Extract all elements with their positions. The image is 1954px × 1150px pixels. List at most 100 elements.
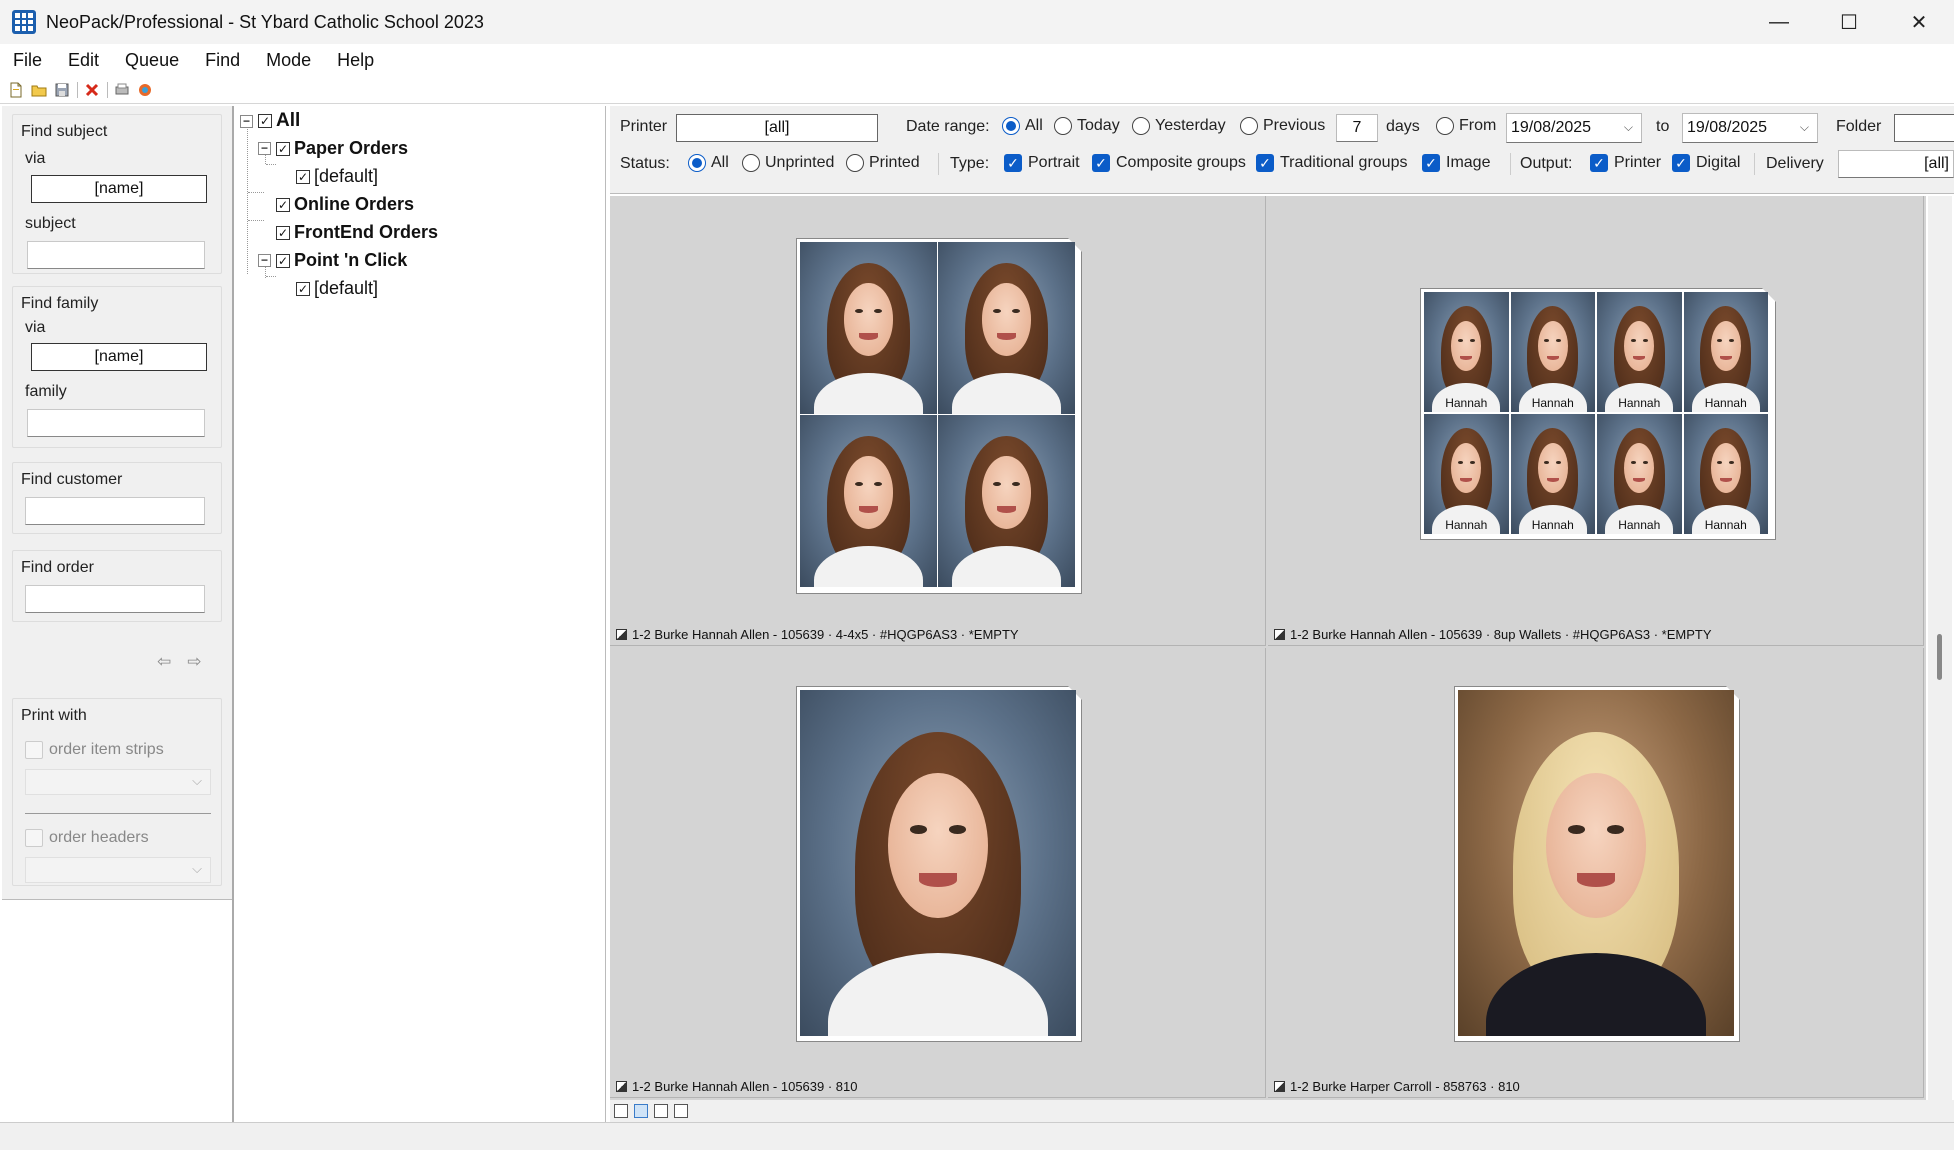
tree-checkbox[interactable]: ✓ [296, 281, 310, 296]
wallet-name-tag: Hannah [1531, 518, 1574, 532]
chevron-down-icon: ⌵ [192, 861, 202, 876]
delivery-select[interactable]: [all] [1838, 150, 1954, 178]
find-customer-input[interactable] [25, 497, 205, 525]
printer-label: Printer [620, 118, 668, 135]
find-family-input[interactable] [27, 409, 205, 437]
tree-checkbox[interactable]: ✓ [276, 197, 290, 212]
find-customer-group: Find customer [12, 462, 222, 534]
output-digital-checkbox[interactable]: ✓ Digital [1672, 154, 1740, 172]
sheet-view-icon[interactable] [654, 1104, 668, 1118]
tree-node-online-orders[interactable]: ✓ Online Orders [276, 194, 414, 215]
portrait-photo: Hannah [1424, 292, 1509, 412]
order-item-strips-select[interactable]: ⌵ [25, 769, 211, 795]
folder-input[interactable] [1894, 114, 1954, 142]
wallet-name-tag: Hannah [1618, 518, 1661, 532]
date-today-radio[interactable]: Today [1054, 117, 1120, 135]
single-view-icon[interactable] [614, 1104, 628, 1118]
date-all-radio[interactable]: All [1002, 117, 1043, 135]
grid-scrollbar[interactable] [1928, 196, 1952, 1100]
tree-checkbox[interactable]: ✓ [296, 169, 310, 184]
order-item-caption: 1-2 Burke Hannah Allen - 105639 · 4-4x5 … [616, 627, 1019, 642]
find-subject-input[interactable] [27, 241, 205, 269]
tree-node-paper-orders-default[interactable]: ✓ [default] [296, 166, 378, 187]
order-headers-checkbox[interactable]: order headers [25, 829, 149, 847]
find-customer-title: Find customer [21, 471, 123, 488]
close-button[interactable]: ✕ [1884, 0, 1954, 44]
date-yesterday-radio[interactable]: Yesterday [1132, 117, 1226, 135]
find-family-field-label: family [25, 383, 67, 400]
scrollbar-thumb[interactable] [1937, 634, 1942, 680]
title-bar: NeoPack/Professional - St Ybard Catholic… [0, 0, 1954, 44]
wallet-name-tag: Hannah [1445, 396, 1488, 410]
delete-icon[interactable] [84, 82, 100, 98]
tree-node-frontend-orders[interactable]: ✓ FrontEnd Orders [276, 222, 438, 243]
order-item-card[interactable]: 1-2 Burke Hannah Allen - 105639 · 810 [610, 648, 1266, 1098]
type-image-checkbox[interactable]: ✓ Image [1422, 154, 1490, 172]
output-label: Output: [1520, 155, 1573, 172]
order-item-card[interactable]: 1-2 Burke Harper Carroll - 858763 · 810 [1268, 648, 1924, 1098]
date-previous-radio[interactable]: Previous [1240, 117, 1325, 135]
find-order-title: Find order [21, 559, 94, 576]
tree-node-paper-orders[interactable]: − ✓ Paper Orders [258, 138, 408, 159]
new-icon[interactable] [8, 82, 24, 98]
maximize-button[interactable]: ☐ [1814, 0, 1884, 44]
menu-queue[interactable]: Queue [112, 50, 192, 71]
save-icon[interactable] [54, 82, 70, 98]
menu-edit[interactable]: Edit [55, 50, 112, 71]
search-panel: Find subject via [name] subject Find fam… [0, 106, 234, 1122]
type-portrait-checkbox[interactable]: ✓ Portrait [1004, 154, 1080, 172]
type-traditional-groups-checkbox[interactable]: ✓ Traditional groups [1256, 154, 1407, 172]
tree-checkbox[interactable]: ✓ [258, 114, 272, 128]
order-item-card[interactable]: Hannah Hannah Hannah Hannah Hannah Hannah Hann… [1268, 196, 1924, 646]
order-item-strips-checkbox[interactable]: order item strips [25, 741, 164, 759]
portrait-photo: Hannah [1683, 414, 1768, 534]
chevron-down-icon: ⌵ [1623, 120, 1633, 134]
result-navigation: ⇦ ⇨ [157, 652, 202, 672]
type-composite-groups-checkbox[interactable]: ✓ Composite groups [1092, 154, 1246, 172]
order-item-card[interactable]: 1-2 Burke Hannah Allen - 105639 · 4-4x5 … [610, 196, 1266, 646]
status-all-radio[interactable]: All [688, 154, 729, 172]
collapse-icon[interactable]: − [240, 114, 253, 128]
status-unprinted-radio[interactable]: Unprinted [742, 154, 834, 172]
find-order-input[interactable] [25, 585, 205, 613]
collapse-icon[interactable]: − [258, 142, 271, 155]
tree-checkbox[interactable]: ✓ [276, 225, 290, 240]
status-printed-radio[interactable]: Printed [846, 154, 920, 172]
menu-file[interactable]: File [0, 50, 55, 71]
print-preview-icon[interactable] [114, 82, 130, 98]
find-family-via-select[interactable]: [name] [31, 343, 207, 371]
tree-checkbox[interactable]: ✓ [276, 253, 290, 268]
portrait-photo [938, 415, 1075, 587]
printer-select[interactable]: [all] [676, 114, 878, 142]
open-icon[interactable] [31, 82, 47, 98]
to-label: to [1656, 118, 1670, 135]
from-date-picker[interactable]: 19/08/2025 ⌵ [1506, 113, 1642, 143]
toolbar [0, 76, 1954, 104]
to-date-picker[interactable]: 19/08/2025 ⌵ [1682, 113, 1818, 143]
menu-find[interactable]: Find [192, 50, 253, 71]
menu-mode[interactable]: Mode [253, 50, 324, 71]
tree-node-point-n-click[interactable]: − ✓ Point 'n Click [258, 250, 407, 271]
minimize-button[interactable]: — [1744, 0, 1814, 44]
menu-help[interactable]: Help [324, 50, 387, 71]
previous-arrow-icon[interactable]: ⇦ [157, 652, 171, 672]
detail-view-icon[interactable] [674, 1104, 688, 1118]
portrait-photo [938, 242, 1075, 414]
output-printer-checkbox[interactable]: ✓ Printer [1590, 154, 1661, 172]
status-bar [0, 1122, 1954, 1150]
next-arrow-icon[interactable]: ⇨ [187, 652, 201, 672]
find-family-title: Find family [21, 295, 99, 312]
find-subject-via-select[interactable]: [name] [31, 175, 207, 203]
order-item-caption: 1-2 Burke Hannah Allen - 105639 · 8up Wa… [1274, 627, 1712, 642]
collapse-icon[interactable]: − [258, 254, 271, 267]
tree-checkbox[interactable]: ✓ [276, 141, 290, 156]
date-from-radio[interactable]: From [1436, 117, 1496, 135]
order-item-caption: 1-2 Burke Harper Carroll - 858763 · 810 [1274, 1079, 1520, 1094]
grid-view-icon[interactable] [634, 1104, 648, 1118]
tree-node-all[interactable]: − ✓ All [240, 110, 300, 132]
order-headers-select[interactable]: ⌵ [25, 857, 211, 883]
previous-days-input[interactable]: 7 [1336, 114, 1378, 142]
color-icon[interactable] [137, 82, 153, 98]
wallet-name-tag: Hannah [1704, 396, 1747, 410]
tree-node-point-n-click-default[interactable]: ✓ [default] [296, 278, 378, 299]
